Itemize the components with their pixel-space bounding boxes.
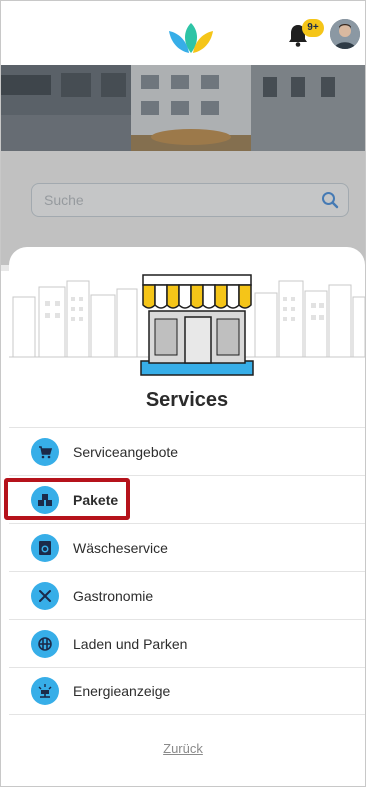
menu-item-laden-und-parken[interactable]: Laden und Parken: [9, 619, 365, 667]
cart-icon: [31, 437, 59, 466]
search-icon[interactable]: [320, 190, 340, 210]
avatar[interactable]: [330, 19, 360, 49]
back-link[interactable]: Zurück: [1, 741, 365, 756]
services-sheet: Services Serviceangebote Pakete Wäschese…: [9, 247, 365, 786]
menu-item-pakete[interactable]: Pakete: [9, 475, 365, 523]
menu-item-label: Pakete: [73, 491, 119, 508]
menu-item-serviceangebote[interactable]: Serviceangebote: [9, 427, 365, 475]
search-placeholder: Suche: [44, 192, 84, 208]
app-frame: 9+ Suche Services Serviceangebote Pakete…: [0, 0, 366, 787]
menu-item-label: Wäscheservice: [73, 539, 168, 556]
services-menu: Serviceangebote Pakete Wäscheservice Gas…: [9, 427, 365, 715]
menu-item-waescheservice[interactable]: Wäscheservice: [9, 523, 365, 571]
charging-icon: [31, 629, 59, 658]
menu-item-label: Serviceangebote: [73, 443, 179, 460]
user-avatar-icon: [330, 19, 360, 49]
package-icon: [31, 485, 59, 514]
sheet-title: Services: [145, 389, 229, 411]
menu-item-gastronomie[interactable]: Gastronomie: [9, 571, 365, 619]
top-bar: 9+: [1, 1, 365, 65]
washing-machine-icon: [31, 533, 59, 562]
menu-item-label: Energieanzeige: [73, 683, 171, 699]
search-input[interactable]: Suche: [31, 183, 349, 217]
cutlery-icon: [31, 581, 59, 610]
energy-icon: [31, 677, 59, 705]
menu-item-energieanzeige[interactable]: Energieanzeige: [9, 667, 365, 715]
shop-illustration: [9, 274, 365, 376]
menu-item-label: Laden und Parken: [73, 635, 188, 652]
app-logo: [169, 23, 213, 53]
notification-badge[interactable]: 9+: [302, 19, 324, 37]
hero-image: [1, 65, 365, 151]
menu-item-label: Gastronomie: [73, 587, 154, 604]
